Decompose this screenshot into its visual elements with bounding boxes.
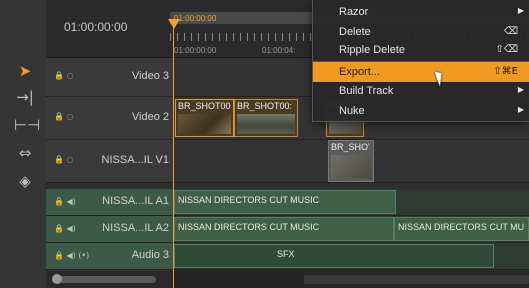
menu-item-export[interactable]: Export... ⇧⌘E	[313, 62, 529, 82]
menu-item-shortcut: ⌫	[503, 26, 518, 37]
roll-icon[interactable]: ⇔	[14, 142, 36, 164]
menu-item-delete[interactable]: Delete ⌫	[313, 22, 529, 42]
clip-thumbnail	[331, 155, 371, 179]
razor-icon[interactable]: ◈	[14, 170, 36, 192]
lock-speaker-icons[interactable]: 🔒 ◀)	[54, 197, 76, 206]
clip-label: BR_SHOT00	[178, 101, 231, 111]
track-header-audio-1[interactable]: 🔒 ◀) NISSA...IL A1	[46, 189, 173, 216]
menu-item-shortcut: ⇧⌘E	[493, 66, 518, 77]
menu-item-razor[interactable]: Razor ▶	[313, 2, 529, 22]
track-name: NISSA...IL A1	[102, 195, 169, 207]
track-header-audio-3[interactable]: 🔒 ◀) (•) Audio 3	[46, 243, 173, 270]
menu-item-nuke[interactable]: Nuke ▶	[313, 101, 529, 121]
menu-item-build-track[interactable]: Build Track ▶	[313, 81, 529, 101]
video-clip[interactable]: BR_SHO'	[328, 140, 374, 182]
context-menu: Razor ▶ Delete ⌫ Ripple Delete ⇧⌫ Export…	[312, 0, 529, 122]
track-select-icon[interactable]: →|	[14, 86, 36, 108]
audio-clip[interactable]: SFX	[174, 244, 494, 268]
submenu-arrow-icon: ▶	[517, 105, 524, 114]
track-header-audio-2[interactable]: 🔒 ◀) NISSA...IL A2	[46, 216, 173, 243]
timeline-window: ➤ →| ⊢⊣ ⇔ ◈ 01:00:00:00 01:00:00:00 01:0…	[0, 0, 529, 288]
track-lane-audio-2[interactable]: NISSAN DIRECTORS CUT MUSIC NISSAN DIRECT…	[174, 216, 529, 243]
submenu-arrow-icon: ▶	[517, 85, 524, 94]
menu-item-label: Razor	[339, 6, 369, 18]
current-timecode[interactable]: 01:00:00:00	[64, 20, 127, 34]
video-clip[interactable]: BR_SHOT00	[175, 99, 234, 137]
track-name: Video 3	[131, 70, 169, 82]
clip-thumbnail	[178, 114, 231, 134]
track-header-video-2[interactable]: 🔒 ○ Video 2	[46, 97, 173, 140]
zoom-handle[interactable]	[52, 274, 62, 284]
menu-item-label: Export...	[339, 66, 380, 78]
scrollbar-thumb[interactable]	[304, 275, 529, 284]
ruler-timecode-mid: 01:00:04:	[262, 46, 296, 55]
clip-label: NISSAN DIRECTORS CUT MU	[398, 222, 525, 232]
audio-clip[interactable]: NISSAN DIRECTORS CUT MUSIC	[174, 190, 396, 214]
playhead-line[interactable]	[173, 25, 174, 288]
track-lane-audio-3[interactable]: SFX	[174, 243, 529, 270]
zoom-track[interactable]	[56, 276, 156, 283]
track-header-video-1[interactable]: 🔒 ○ NISSA...IL V1	[46, 140, 173, 183]
ruler-timecode-start: 01:00:00:00	[174, 46, 217, 55]
ruler-timecode-top: 01:00:00:00	[174, 14, 217, 23]
tool-strip: ➤ →| ⊢⊣ ⇔ ◈	[0, 0, 47, 288]
track-name: Audio 3	[131, 249, 169, 261]
menu-item-shortcut: ⇧⌫	[495, 44, 518, 55]
menu-item-label: Delete	[339, 26, 371, 38]
select-tool-icon[interactable]: ➤	[14, 60, 36, 82]
clip-label: SFX	[277, 249, 295, 259]
menu-item-ripple-delete[interactable]: Ripple Delete ⇧⌫	[313, 40, 529, 60]
audio-clip[interactable]: NISSAN DIRECTORS CUT MU	[394, 217, 529, 241]
track-header-video-3[interactable]: 🔒 ○ Video 3	[46, 58, 173, 97]
audio-clip[interactable]: NISSAN DIRECTORS CUT MUSIC	[174, 217, 394, 241]
track-name: Video 2	[131, 111, 169, 123]
lock-eye-icons[interactable]: 🔒 ○	[54, 71, 73, 80]
menu-item-label: Nuke	[339, 105, 365, 117]
clip-label: BR_SHO'	[331, 142, 370, 152]
track-name: NISSA...IL A2	[102, 222, 169, 234]
track-name: NISSA...IL V1	[101, 154, 169, 166]
horizontal-scrollbar[interactable]	[174, 271, 529, 288]
zoom-slider[interactable]	[46, 271, 173, 288]
submenu-arrow-icon: ▶	[517, 6, 524, 15]
track-lane-audio-1[interactable]: NISSAN DIRECTORS CUT MUSIC	[174, 189, 529, 216]
ripple-icon[interactable]: ⊢⊣	[14, 114, 40, 136]
menu-item-label: Build Track	[339, 85, 394, 97]
clip-label: NISSAN DIRECTORS CUT MUSIC	[178, 195, 320, 205]
clip-thumbnail	[237, 114, 295, 134]
playhead-handle[interactable]	[168, 19, 180, 29]
clip-label: NISSAN DIRECTORS CUT MUSIC	[178, 222, 320, 232]
clip-label: BR_SHOT00:	[237, 101, 293, 111]
menu-item-label: Ripple Delete	[339, 44, 406, 56]
video-clip[interactable]: BR_SHOT00:	[234, 99, 298, 137]
lock-speaker-icons[interactable]: 🔒 ◀) (•)	[54, 251, 89, 260]
track-lane-video-1[interactable]: BR_SHO'	[174, 140, 529, 183]
lock-speaker-icons[interactable]: 🔒 ◀)	[54, 224, 76, 233]
lock-eye-icons[interactable]: 🔒 ○	[54, 112, 73, 121]
lock-eye-icons[interactable]: 🔒 ○	[54, 155, 73, 164]
